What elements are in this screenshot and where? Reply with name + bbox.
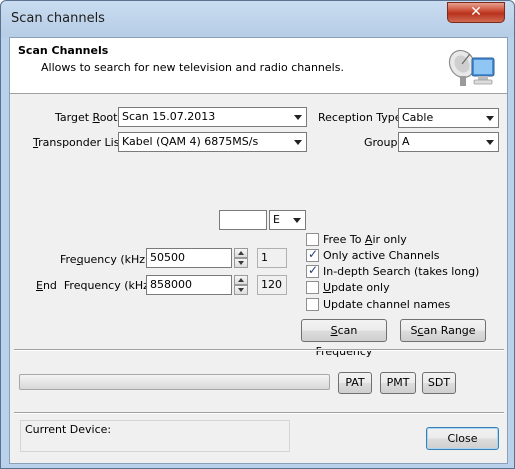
header-subtitle: Allows to search for new television and … <box>41 61 344 74</box>
pat-button[interactable]: PAT <box>338 372 372 394</box>
spin-up-icon[interactable] <box>234 248 248 258</box>
frequency-label: Frequency (kHz) <box>60 253 150 266</box>
dialog-client-area: Scan Channels Allows to search for new t… <box>9 37 508 464</box>
update-channel-names-label: Update channel names <box>323 298 451 311</box>
group-value: A <box>402 135 410 148</box>
scan-progress-bar <box>19 374 330 390</box>
checkbox-box[interactable] <box>306 281 319 294</box>
checkbox-box-checked[interactable] <box>306 247 319 262</box>
reception-type-select[interactable]: Cable <box>398 108 499 128</box>
spin-up-icon[interactable] <box>234 275 248 285</box>
update-only-label: Update only <box>323 281 390 294</box>
reception-type-value: Cable <box>402 111 434 124</box>
target-root-value: Scan 15.07.2013 <box>122 110 216 123</box>
frequency-input[interactable]: 50500 <box>146 248 232 268</box>
chevron-down-icon <box>294 115 302 120</box>
current-device-box: Current Device: <box>20 420 290 452</box>
scan-frequency-button[interactable]: Scan Frequency <box>301 319 387 358</box>
only-active-channels-label: Only active Channels <box>323 249 440 262</box>
header-title: Scan Channels <box>18 44 109 57</box>
window-title: Scan channels <box>11 11 105 26</box>
title-bar[interactable]: Scan channels ✕ <box>1 1 514 37</box>
chevron-down-icon <box>293 218 301 223</box>
free-to-air-label: Free To Air only <box>323 233 407 246</box>
separator <box>14 412 504 414</box>
chevron-down-icon <box>486 116 494 121</box>
checkbox-box-checked[interactable] <box>306 263 319 278</box>
pmt-button[interactable]: PMT <box>380 372 416 394</box>
group-label: Group <box>364 136 398 149</box>
close-icon: ✕ <box>470 4 482 20</box>
satellite-dish-computer-icon <box>448 49 495 86</box>
frequency-step: 1 <box>257 248 287 268</box>
end-frequency-step: 120 <box>257 275 287 295</box>
spin-down-icon[interactable] <box>234 258 248 268</box>
dialog-header: Scan Channels Allows to search for new t… <box>10 38 507 94</box>
current-device-label: Current Device: <box>25 423 112 436</box>
sdt-button[interactable]: SDT <box>422 372 456 394</box>
separator <box>14 349 504 351</box>
in-depth-search-label: In-depth Search (takes long) <box>323 265 480 278</box>
frequency-spinner[interactable] <box>234 248 248 268</box>
target-root-select[interactable]: Scan 15.07.2013 <box>118 107 307 127</box>
unit-input[interactable] <box>219 210 267 230</box>
group-select[interactable]: A <box>398 132 499 152</box>
target-root-label: Target Root <box>55 111 118 124</box>
scan-range-button[interactable]: Scan Range <box>400 319 486 342</box>
close-button[interactable]: Close <box>426 427 499 450</box>
chevron-down-icon <box>294 140 302 145</box>
scan-channels-window: Scan channels ✕ Scan Channels Allows to … <box>0 0 515 469</box>
chevron-down-icon <box>486 140 494 145</box>
unit-select[interactable]: E <box>269 210 306 230</box>
end-frequency-spinner[interactable] <box>234 275 248 295</box>
unit-select-value: E <box>273 213 280 226</box>
transponder-list-select[interactable]: Kabel (QAM 4) 6875MS/s <box>118 132 307 152</box>
checkbox-box[interactable] <box>306 233 319 246</box>
window-close-button[interactable]: ✕ <box>447 2 505 23</box>
reception-type-label: Reception Type <box>318 111 402 124</box>
spin-down-icon[interactable] <box>234 285 248 295</box>
end-frequency-label: End Frequency (kHz) <box>36 279 154 292</box>
end-frequency-input[interactable]: 858000 <box>146 275 232 295</box>
transponder-list-label: Transponder List <box>33 136 124 149</box>
transponder-list-value: Kabel (QAM 4) 6875MS/s <box>122 135 259 148</box>
checkbox-box[interactable] <box>306 298 319 311</box>
